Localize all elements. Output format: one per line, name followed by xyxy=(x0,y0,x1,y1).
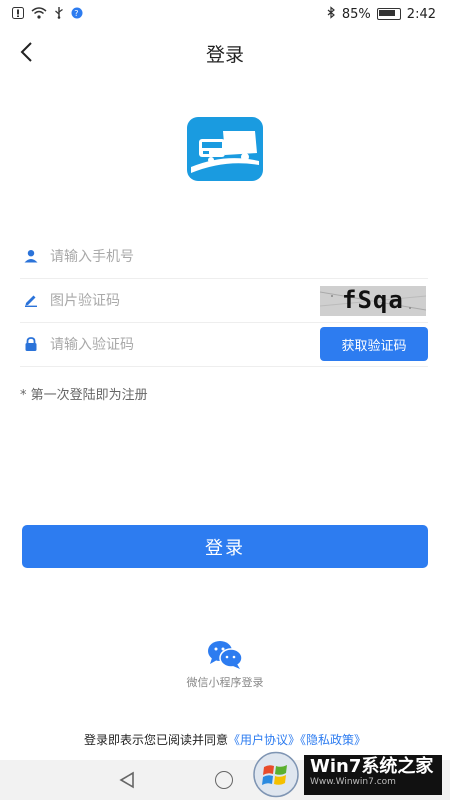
nav-home-icon[interactable] xyxy=(215,771,233,789)
status-bar-left: ? xyxy=(12,6,83,22)
phone-row xyxy=(20,234,428,279)
agreement-text: 登录即表示您已阅读并同意《用户协议》《隐私政策》 xyxy=(0,731,450,748)
clock-time: 2:42 xyxy=(406,6,436,22)
captcha-input[interactable] xyxy=(48,286,312,316)
register-note: * 第一次登陆即为注册 xyxy=(20,388,148,403)
user-agreement-link[interactable]: 《用户协议》 xyxy=(228,733,300,747)
captcha-image[interactable]: fSqa xyxy=(320,286,426,316)
watermark: Win7系统之家 Www.Winwin7.com xyxy=(252,751,448,798)
app-badge-icon: ? xyxy=(71,7,83,22)
battery-icon xyxy=(376,8,401,20)
truck-logo-icon xyxy=(187,117,263,181)
login-button[interactable]: 登录 xyxy=(22,525,428,568)
sms-code-row: 获取验证码 xyxy=(20,322,428,367)
get-code-button[interactable]: 获取验证码 xyxy=(320,327,428,361)
battery-percent: 85% xyxy=(341,6,371,22)
sms-code-input[interactable] xyxy=(48,330,292,360)
title-bar: 登录 xyxy=(0,28,450,78)
app-logo xyxy=(187,117,263,181)
windows-logo-icon xyxy=(252,751,300,798)
user-icon xyxy=(24,248,38,263)
watermark-subtext: Www.Winwin7.com xyxy=(310,777,396,787)
status-bar: ? 85% 2:42 xyxy=(0,0,450,28)
privacy-policy-link[interactable]: 《隐私政策》 xyxy=(300,733,366,747)
wechat-icon[interactable] xyxy=(207,640,243,670)
captcha-row: fSqa xyxy=(20,278,428,323)
phone-input[interactable] xyxy=(48,242,312,272)
captcha-text: fSqa xyxy=(342,286,404,314)
watermark-text: Win7系统之家 xyxy=(304,755,442,795)
status-bar-right: 85% 2:42 xyxy=(327,6,436,22)
usb-icon xyxy=(54,6,64,22)
agreement-prefix: 登录即表示您已阅读并同意 xyxy=(83,733,228,747)
bluetooth-icon xyxy=(327,6,336,22)
wifi-icon xyxy=(31,6,47,22)
lock-icon xyxy=(24,336,38,351)
nav-back-icon[interactable] xyxy=(118,771,136,793)
wechat-login-label[interactable]: 微信小程序登录 xyxy=(0,674,450,690)
watermark-title: Win7系统之家 xyxy=(310,756,434,777)
notification-icon xyxy=(12,6,24,22)
svg-text:?: ? xyxy=(74,9,78,18)
pencil-icon xyxy=(24,292,38,307)
page-title: 登录 xyxy=(205,44,244,66)
